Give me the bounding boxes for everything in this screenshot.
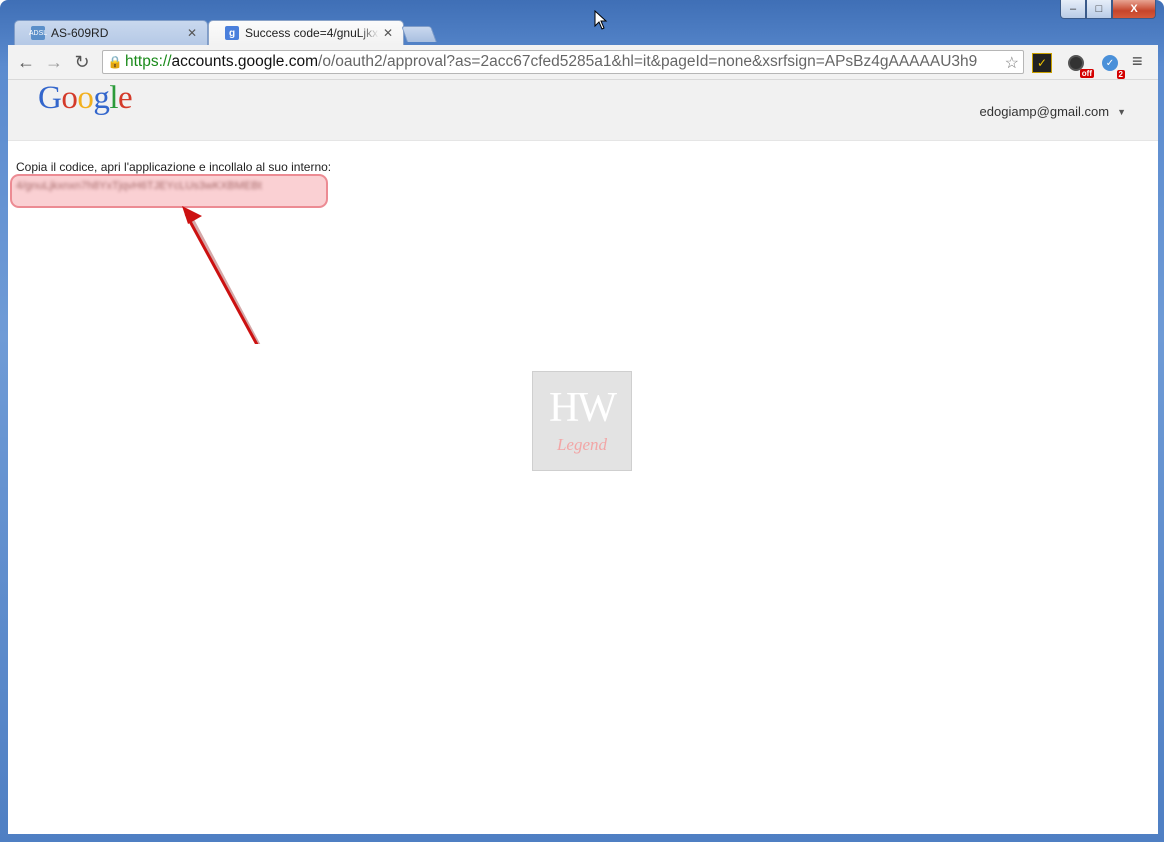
red-arrow-annotation: [182, 206, 261, 344]
close-window-button[interactable]: X: [1112, 0, 1156, 19]
lock-icon: 🔒: [107, 55, 123, 69]
chrome-menu-button[interactable]: ≡: [1132, 51, 1143, 72]
shield-extension-icon[interactable]: ✓ 2: [1100, 53, 1125, 79]
router-icon: ADSL: [29, 26, 47, 40]
google-logo[interactable]: Google: [38, 80, 133, 117]
window-controls: – □ X: [1060, 0, 1156, 19]
instruction-text: Copia il codice, apri l'applicazione e i…: [16, 160, 332, 174]
google-icon: g: [225, 26, 239, 40]
tab-google-success[interactable]: g Success code=4/gnuLjkxn ✕: [208, 20, 404, 45]
page-content: Google edogiamp@gmail.com ▼ Copia il cod…: [8, 80, 1158, 834]
mouse-cursor-icon: [594, 10, 608, 30]
chevron-down-icon: ▼: [1117, 106, 1126, 117]
account-switcher[interactable]: edogiamp@gmail.com ▼: [980, 104, 1126, 119]
watermark-main: HW: [549, 385, 617, 431]
recorder-badge: off: [1079, 69, 1094, 78]
checkmark-extension-icon[interactable]: ✓: [1032, 53, 1052, 73]
reload-button[interactable]: ↻: [70, 51, 94, 73]
hw-legend-watermark: HW Legend: [532, 371, 632, 471]
browser-toolbar: ← → ↻ 🔒 https:// accounts.google.com /o/…: [8, 45, 1158, 80]
google-header: Google edogiamp@gmail.com ▼: [8, 80, 1158, 141]
tab-router[interactable]: ADSL AS-609RD ✕: [14, 20, 208, 45]
maximize-button[interactable]: □: [1086, 0, 1112, 19]
address-bar[interactable]: 🔒 https:// accounts.google.com /o/oauth2…: [102, 50, 1024, 74]
new-tab-button[interactable]: [401, 26, 437, 42]
auth-code-field[interactable]: 4/gnuLjkxnxn7h8YxTjqvH6TJEYcLUs3wKXBMEBt: [16, 180, 321, 197]
back-button[interactable]: ←: [14, 51, 38, 73]
tab-title: Success code=4/gnuLjkxn: [245, 26, 379, 40]
watermark-sub: Legend: [556, 435, 608, 454]
forward-button[interactable]: →: [42, 51, 66, 73]
bookmark-star-icon[interactable]: ☆: [1002, 53, 1019, 73]
url-scheme: https://: [125, 53, 172, 70]
close-tab-icon[interactable]: ✕: [187, 26, 197, 40]
minimize-button[interactable]: –: [1060, 0, 1086, 19]
browser-window: – □ X ADSL AS-609RD ✕ g Success code=4/g…: [0, 0, 1164, 842]
url-path: /o/oauth2/approval?as=2acc67cfed5285a1&h…: [318, 53, 978, 70]
account-email: edogiamp@gmail.com: [979, 104, 1110, 119]
url-host: accounts.google.com: [171, 53, 319, 70]
close-tab-icon[interactable]: ✕: [383, 26, 393, 40]
tab-title: AS-609RD: [51, 26, 109, 40]
recorder-extension-icon[interactable]: off: [1066, 53, 1094, 78]
shield-badge: 2: [1116, 70, 1125, 79]
